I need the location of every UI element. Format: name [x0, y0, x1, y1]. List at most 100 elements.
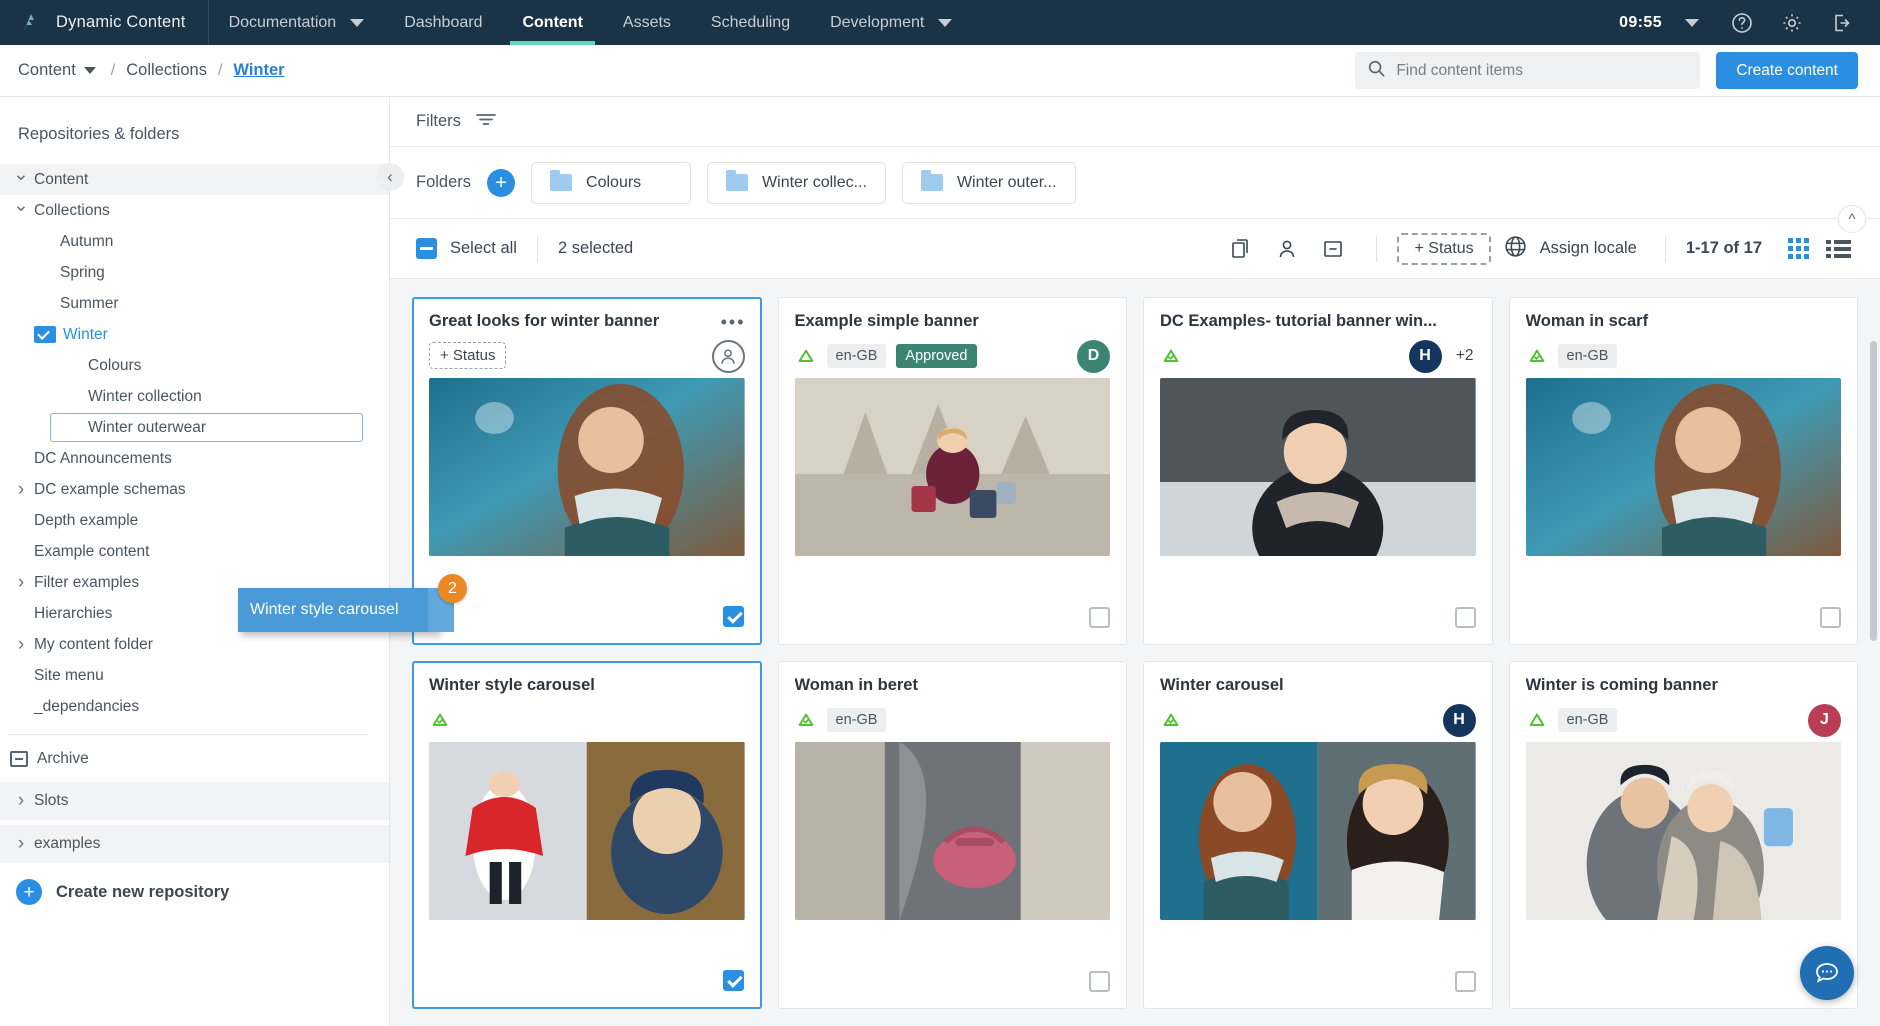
clock-dropdown-icon[interactable]	[1672, 0, 1712, 45]
chevron-right-icon[interactable]	[8, 833, 34, 855]
selected-count-label: 2 selected	[557, 239, 634, 257]
card-checkbox[interactable]	[1454, 971, 1476, 992]
sidebar-item-winter[interactable]: Winter	[0, 319, 389, 350]
folder-chip-colours[interactable]: Colours	[531, 161, 692, 204]
copy-icon[interactable]	[1218, 229, 1264, 269]
sidebar-item-examples[interactable]: examples	[0, 825, 389, 863]
collapse-sidebar-button[interactable]: ‹	[376, 163, 404, 191]
avatar[interactable]: H	[1408, 339, 1442, 373]
filter-icon[interactable]	[475, 111, 497, 132]
content-card[interactable]: Woman in scarf en-GB	[1508, 297, 1858, 645]
sidebar-item-colours[interactable]: Colours	[0, 350, 389, 381]
add-folder-button[interactable]: +	[487, 168, 516, 197]
sidebar-item-winter-collection[interactable]: Winter collection	[0, 381, 389, 412]
folder-chip-winter-collection[interactable]: Winter collec...	[707, 161, 886, 204]
content-card[interactable]: Example simple banner en-GB Approved D	[777, 297, 1127, 645]
avatar[interactable]: J	[1808, 703, 1841, 737]
card-checkbox[interactable]	[722, 970, 744, 991]
assign-locale-button[interactable]: Assign locale	[1495, 234, 1645, 264]
card-checkbox[interactable]	[722, 606, 744, 627]
card-checkbox[interactable]	[1820, 607, 1841, 628]
vertical-scrollbar[interactable]	[1870, 341, 1877, 641]
sidebar-item-slots[interactable]: Slots	[0, 782, 389, 820]
content-card[interactable]: Winter carousel H	[1143, 661, 1493, 1009]
avatar[interactable]	[711, 339, 745, 373]
user-icon[interactable]	[1264, 229, 1310, 269]
settings-gear-icon[interactable]	[1772, 0, 1812, 45]
scroll-up-button[interactable]: ^	[1838, 205, 1866, 233]
folder-open-icon	[34, 326, 56, 343]
tree-label: Colours	[88, 356, 142, 374]
grid-view-icon[interactable]	[1778, 229, 1818, 269]
cloud-icon	[1526, 711, 1548, 729]
sidebar-item-content[interactable]: Content	[0, 164, 389, 195]
sidebar-item-dependancies[interactable]: _dependancies	[0, 691, 389, 722]
card-title: Winter carousel	[1160, 676, 1284, 694]
card-meta-row: en-GB	[1526, 338, 1842, 374]
breadcrumb-actions: Create content	[1355, 52, 1858, 89]
plus-icon: +	[16, 879, 42, 905]
create-content-button[interactable]: Create content	[1716, 52, 1858, 89]
sidebar-item-winter-outerwear[interactable]: Winter outerwear	[0, 412, 389, 443]
card-add-status-button[interactable]: + Status	[429, 342, 507, 370]
logout-icon[interactable]	[1822, 0, 1862, 45]
nav-item-scheduling[interactable]: Scheduling	[691, 0, 810, 45]
chevron-right-icon[interactable]	[8, 572, 34, 594]
card-menu-icon[interactable]: •••	[721, 313, 746, 331]
breadcrumb-dropdown-icon[interactable]	[83, 67, 96, 74]
chevron-down-icon[interactable]	[8, 199, 34, 222]
amplience-logo-icon	[18, 11, 42, 35]
list-view-icon[interactable]	[1818, 229, 1858, 269]
add-status-button[interactable]: + Status	[1397, 232, 1491, 265]
breadcrumb-root[interactable]: Content	[18, 61, 76, 80]
chevron-right-icon[interactable]	[8, 790, 34, 812]
sidebar-item-depth-example[interactable]: Depth example	[0, 505, 389, 536]
content-card[interactable]: Winter style carousel	[412, 661, 762, 1009]
avatar[interactable]: D	[1077, 339, 1110, 373]
card-checkbox[interactable]	[1089, 971, 1110, 992]
archive-icon[interactable]	[1310, 229, 1356, 269]
select-all-label[interactable]: Select all	[450, 239, 517, 258]
breadcrumb-current[interactable]: Winter	[233, 61, 284, 80]
avatar[interactable]: H	[1442, 703, 1476, 737]
card-title: Winter is coming banner	[1525, 676, 1718, 694]
nav-item-development[interactable]: Development	[810, 0, 972, 45]
search-input[interactable]	[1396, 61, 1689, 80]
filters-label[interactable]: Filters	[416, 112, 461, 131]
sidebar-item-archive[interactable]: Archive	[0, 743, 389, 774]
card-checkbox[interactable]	[1454, 607, 1476, 628]
tree-label: Archive	[37, 749, 89, 767]
drag-ghost-item[interactable]: Winter style carousel	[238, 588, 454, 632]
sidebar-item-dc-example-schemas[interactable]: DC example schemas	[0, 474, 389, 505]
breadcrumb-collections[interactable]: Collections	[126, 61, 207, 80]
content-card[interactable]: DC Examples- tutorial banner win... H +2	[1143, 297, 1493, 645]
sidebar-item-example-content[interactable]: Example content	[0, 536, 389, 567]
nav-item-content[interactable]: Content	[502, 0, 602, 45]
folder-chip-winter-outerwear[interactable]: Winter outer...	[901, 161, 1076, 204]
card-checkbox[interactable]	[1089, 607, 1110, 628]
sidebar-item-spring[interactable]: Spring	[0, 257, 389, 288]
nav-item-dashboard[interactable]: Dashboard	[384, 0, 502, 45]
sidebar-item-my-content-folder[interactable]: My content folder	[0, 629, 389, 660]
search-box[interactable]	[1355, 52, 1701, 89]
nav-item-assets[interactable]: Assets	[603, 0, 691, 45]
help-icon[interactable]	[1722, 0, 1762, 45]
content-card[interactable]: Woman in beret en-GB	[777, 661, 1127, 1009]
chevron-down-icon[interactable]	[8, 168, 34, 191]
assign-locale-label: Assign locale	[1539, 239, 1637, 257]
select-all-checkbox[interactable]	[416, 238, 437, 259]
sidebar-item-collections[interactable]: Collections	[0, 195, 389, 226]
tree-label: DC Announcements	[34, 449, 172, 467]
sidebar-item-autumn[interactable]: Autumn	[0, 226, 389, 257]
chevron-right-icon[interactable]	[8, 479, 34, 501]
brand-area[interactable]: Dynamic Content	[0, 0, 209, 45]
chevron-right-icon[interactable]	[8, 634, 34, 656]
brand-title: Dynamic Content	[56, 13, 186, 31]
sidebar-item-site-menu[interactable]: Site menu	[0, 660, 389, 691]
create-new-repository-button[interactable]: + Create new repository	[0, 863, 389, 905]
sidebar-item-dc-announcements[interactable]: DC Announcements	[0, 443, 389, 474]
sidebar-item-summer[interactable]: Summer	[0, 288, 389, 319]
chat-bubble-icon[interactable]	[1800, 946, 1854, 1000]
folder-chip-label: Winter outer...	[956, 173, 1057, 191]
nav-item-documentation[interactable]: Documentation	[209, 0, 385, 45]
